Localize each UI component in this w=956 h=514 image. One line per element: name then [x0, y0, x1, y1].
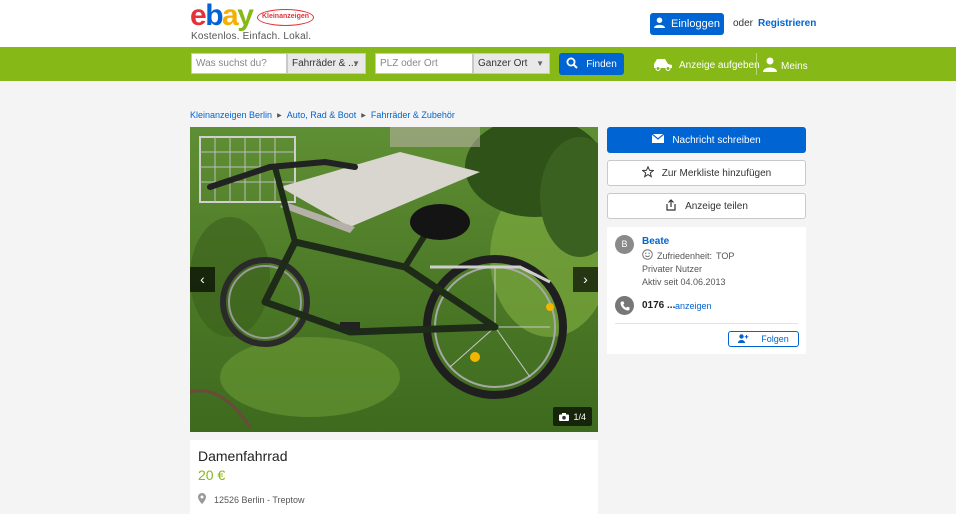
- chevron-right-icon: ›: [583, 271, 588, 287]
- phone-icon: [615, 296, 634, 315]
- category-select[interactable]: Fahrräder & ... ▼: [287, 53, 366, 74]
- star-icon: [641, 165, 655, 181]
- radius-select[interactable]: Ganzer Ort ▼: [473, 53, 550, 74]
- avatar: B: [615, 235, 634, 254]
- category-select-value: Fahrräder & ...: [292, 58, 357, 69]
- divider: [615, 323, 798, 324]
- add-to-watchlist-button[interactable]: Zur Merkliste hinzufügen: [607, 160, 806, 186]
- satisfaction-value: TOP: [716, 250, 735, 261]
- envelope-icon: [651, 133, 665, 146]
- gallery-prev-button[interactable]: ‹: [190, 267, 215, 292]
- radius-select-value: Ganzer Ort: [478, 58, 528, 69]
- write-message-button[interactable]: Nachricht schreiben: [607, 127, 806, 153]
- share-ad-label: Anzeige teilen: [685, 200, 748, 212]
- location-input[interactable]: PLZ oder Ort: [375, 53, 473, 74]
- breadcrumb-item[interactable]: Auto, Rad & Boot: [287, 110, 357, 120]
- share-icon: [665, 198, 677, 214]
- seller-active-since: Aktiv seit 04.06.2013: [642, 277, 726, 287]
- ad-title: Damenfahrrad: [198, 448, 288, 464]
- bicycle-photo: [190, 127, 598, 432]
- smiley-icon: [642, 249, 653, 262]
- find-button[interactable]: Finden: [559, 53, 624, 75]
- breadcrumb-separator-icon: ▶: [361, 112, 366, 119]
- follow-label: Folgen: [761, 334, 789, 344]
- register-link[interactable]: Registrieren: [758, 18, 816, 29]
- chevron-down-icon: ▼: [536, 59, 544, 68]
- ebay-wordmark: ebay: [190, 0, 254, 32]
- seller-satisfaction: Zufriedenheit: TOP: [642, 249, 734, 262]
- ad-location: 12526 Berlin - Treptow: [198, 493, 305, 506]
- image-gallery[interactable]: ‹ › 1/4: [190, 127, 598, 432]
- ebay-kleinanzeigen-logo[interactable]: ebay Kleinanzeigen Kostenlos. Einfach. L…: [190, 0, 320, 43]
- ad-location-text: 12526 Berlin - Treptow: [214, 494, 305, 505]
- location-pin-icon: [198, 493, 206, 506]
- breadcrumb-item[interactable]: Kleinanzeigen Berlin: [190, 110, 272, 120]
- post-ad-button[interactable]: Anzeige aufgeben: [652, 57, 760, 74]
- ad-details: Damenfahrrad 20 € 12526 Berlin - Treptow: [190, 440, 598, 514]
- camera-icon: [559, 412, 570, 421]
- breadcrumb-item[interactable]: Fahrräder & Zubehör: [371, 110, 455, 120]
- login-button[interactable]: Einloggen: [650, 13, 724, 35]
- search-icon: [566, 57, 578, 72]
- site-header: ebay Kleinanzeigen Kostenlos. Einfach. L…: [0, 0, 956, 47]
- add-to-watchlist-label: Zur Merkliste hinzufügen: [661, 167, 772, 179]
- seller-name-link[interactable]: Beate: [642, 236, 669, 247]
- ad-price: 20 €: [198, 467, 226, 483]
- user-icon: [654, 17, 666, 31]
- user-icon: [763, 57, 777, 75]
- post-ad-label: Anzeige aufgeben: [679, 60, 760, 71]
- search-bar: Was suchst du? Fahrräder & ... ▼ PLZ ode…: [0, 47, 956, 81]
- logo-tagline: Kostenlos. Einfach. Lokal.: [191, 31, 312, 42]
- find-label: Finden: [586, 58, 617, 70]
- satisfaction-label: Zufriedenheit:: [657, 250, 713, 261]
- write-message-label: Nachricht schreiben: [672, 134, 761, 146]
- login-label: Einloggen: [671, 18, 720, 30]
- show-phone-link[interactable]: anzeigen: [675, 301, 712, 311]
- chevron-down-icon: ▼: [352, 59, 360, 68]
- share-ad-button[interactable]: Anzeige teilen: [607, 193, 806, 219]
- image-counter: 1/4: [553, 407, 592, 426]
- logo-badge: Kleinanzeigen: [257, 9, 314, 26]
- search-input[interactable]: Was suchst du?: [191, 53, 287, 74]
- gallery-next-button[interactable]: ›: [573, 267, 598, 292]
- or-text: oder: [733, 18, 754, 29]
- mine-label: Meins: [781, 60, 808, 72]
- breadcrumb: Kleinanzeigen Berlin ▶ Auto, Rad & Boot …: [190, 110, 455, 120]
- image-counter-text: 1/4: [573, 411, 586, 422]
- chevron-left-icon: ‹: [200, 271, 205, 287]
- add-user-icon: [738, 333, 749, 345]
- follow-button[interactable]: Folgen: [728, 331, 799, 347]
- mine-menu[interactable]: Meins: [763, 57, 808, 75]
- seller-panel: B Beate Zufriedenheit: TOP Privater Nutz…: [607, 227, 806, 354]
- car-icon: [652, 57, 674, 74]
- header-divider: [756, 53, 757, 75]
- breadcrumb-separator-icon: ▶: [277, 112, 282, 119]
- seller-type: Privater Nutzer: [642, 264, 703, 274]
- phone-number: 0176 ...: [642, 300, 676, 311]
